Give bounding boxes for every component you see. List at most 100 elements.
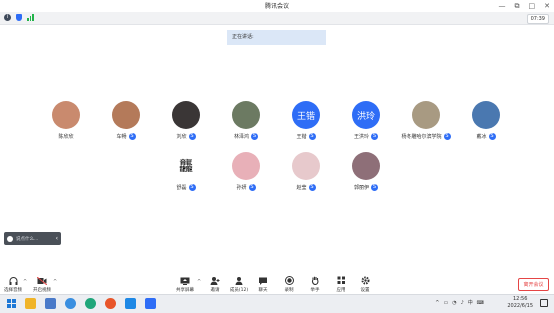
file-explorer-icon[interactable] — [25, 298, 36, 309]
avatar — [472, 101, 500, 129]
participant-name: 孙妍 — [236, 185, 247, 191]
volume-icon[interactable]: ♪ — [461, 300, 464, 306]
participant-name: 杨冬雕哈尔滨学院 — [401, 134, 442, 140]
participant-name: 舒磊 — [176, 185, 187, 191]
window-controls: — ⧉ □ ✕ — [499, 0, 551, 12]
participant-name: 戴冰 — [476, 134, 487, 140]
record-icon — [284, 276, 294, 285]
edge-icon[interactable] — [85, 298, 96, 309]
active-speaker-banner: 正在讲话: — [227, 30, 326, 45]
participant-tile[interactable]: 郭丽伊 S — [331, 152, 401, 191]
invite-button[interactable]: 邀请 — [202, 276, 228, 293]
shield-icon[interactable] — [16, 14, 22, 21]
participant-name: 王洪玲 — [353, 134, 369, 140]
status-badge: S — [128, 133, 136, 140]
chat-icon — [258, 276, 268, 285]
input-language[interactable]: 中 — [468, 299, 473, 306]
record-button[interactable]: 录制 — [276, 276, 302, 293]
maximize-button[interactable]: □ — [529, 0, 536, 12]
raise-hand-icon — [310, 276, 320, 285]
firefox-icon[interactable] — [105, 298, 116, 309]
participant-name: 车畅 — [116, 134, 127, 140]
raise-hand-label: 举手 — [310, 288, 320, 293]
video-button[interactable]: 开启视频 — [29, 276, 55, 293]
battery-icon[interactable]: ▭ — [443, 300, 448, 306]
avatar — [352, 152, 380, 180]
close-button[interactable]: ✕ — [544, 0, 550, 12]
gear-icon — [360, 276, 370, 285]
chevron-left-icon[interactable]: ‹ — [56, 232, 58, 245]
members-icon — [234, 276, 244, 285]
leave-meeting-button[interactable]: 离开会议 — [518, 278, 549, 291]
status-badge: S — [371, 133, 378, 140]
avatar — [292, 152, 320, 180]
word-icon[interactable] — [125, 298, 136, 309]
headphones-icon — [8, 276, 18, 285]
participant-name-row: 戴冰 S — [451, 133, 521, 140]
clock-date: 2022/6/15 — [507, 303, 533, 309]
video-caret-icon[interactable]: ^ — [53, 279, 57, 285]
clock-time: 12:56 — [512, 296, 528, 302]
status-badge: S — [188, 184, 196, 191]
tray-expand-icon[interactable]: ^ — [435, 300, 439, 306]
info-icon[interactable]: i — [4, 14, 11, 21]
emoji-icon[interactable] — [7, 235, 13, 242]
photos-app-icon[interactable] — [45, 298, 56, 309]
window-title: 腾讯会议 — [264, 3, 289, 10]
share-screen-button[interactable]: 共享屏幕 — [172, 276, 198, 293]
record-label: 录制 — [284, 288, 294, 293]
notification-icon[interactable] — [540, 299, 548, 307]
meeting-status-bar: i 07:39 — [0, 12, 554, 25]
status-badge: S — [308, 133, 316, 140]
audio-label: 选择音频 — [4, 288, 22, 293]
status-badge: S — [248, 184, 256, 191]
windows-start-icon[interactable] — [7, 299, 16, 308]
avatar — [412, 101, 440, 129]
camera-icon — [37, 276, 47, 285]
status-badge: S — [371, 184, 378, 191]
video-label: 开启视频 — [33, 288, 51, 293]
invite-icon — [210, 276, 220, 285]
system-clock[interactable]: 12:56 2022/6/15 — [507, 296, 533, 310]
avatar: 洪玲 — [352, 101, 380, 129]
apps-label: 应用 — [336, 288, 346, 293]
participant-tile[interactable]: 戴冰 S — [451, 101, 521, 140]
members-button[interactable]: 成员(12) — [226, 276, 252, 293]
minimize-button[interactable]: — — [499, 0, 506, 12]
status-badge: S — [308, 184, 316, 191]
browser-icon[interactable] — [65, 298, 76, 309]
participant-name: 刘欣 — [176, 134, 187, 140]
participant-name: 林泽鸿 — [233, 134, 249, 140]
participant-name: 赵莹 — [296, 185, 307, 191]
share-caret-icon[interactable]: ^ — [197, 279, 201, 285]
wifi-icon[interactable]: ◔ — [452, 300, 456, 306]
avatar — [232, 152, 260, 180]
os-taskbar: ^ ▭ ◔ ♪ 中 ⌨ 12:56 2022/6/15 — [0, 294, 554, 313]
audio-caret-icon[interactable]: ^ — [23, 279, 27, 285]
restore-button[interactable]: ⧉ — [515, 0, 520, 12]
share-screen-label: 共享屏幕 — [176, 288, 194, 293]
settings-button[interactable]: 设置 — [352, 276, 378, 293]
participant-name-row: 郭丽伊 S — [331, 184, 401, 191]
meeting-toolbar: 选择音频 ^ 开启视频 ^ 共享屏幕 ^ 邀请 成员(12) 聊天 录制 举手 … — [0, 272, 554, 294]
chat-quick-input[interactable]: 说点什么... ‹ — [4, 232, 61, 245]
raise-hand-button[interactable]: 举手 — [302, 276, 328, 293]
participant-name: 郭丽伊 — [353, 185, 369, 191]
signal-icon[interactable] — [27, 14, 34, 21]
avatar: 王锴 — [292, 101, 320, 129]
tencent-meeting-icon[interactable] — [145, 298, 156, 309]
avatar — [52, 101, 80, 129]
chat-button[interactable]: 聊天 — [250, 276, 276, 293]
screen-share-icon — [180, 276, 190, 285]
keyboard-icon[interactable]: ⌨ — [477, 300, 484, 306]
members-label: 成员(12) — [229, 288, 249, 293]
apps-button[interactable]: 应用 — [328, 276, 354, 293]
meeting-timer: 07:39 — [526, 14, 549, 24]
status-badge: S — [251, 133, 258, 140]
chat-label: 聊天 — [258, 288, 268, 293]
avatar — [112, 101, 140, 129]
participant-name: 王锴 — [296, 134, 307, 140]
avatar: 龘 — [172, 152, 200, 180]
chat-placeholder: 说点什么... — [16, 236, 39, 242]
avatar — [172, 101, 200, 129]
